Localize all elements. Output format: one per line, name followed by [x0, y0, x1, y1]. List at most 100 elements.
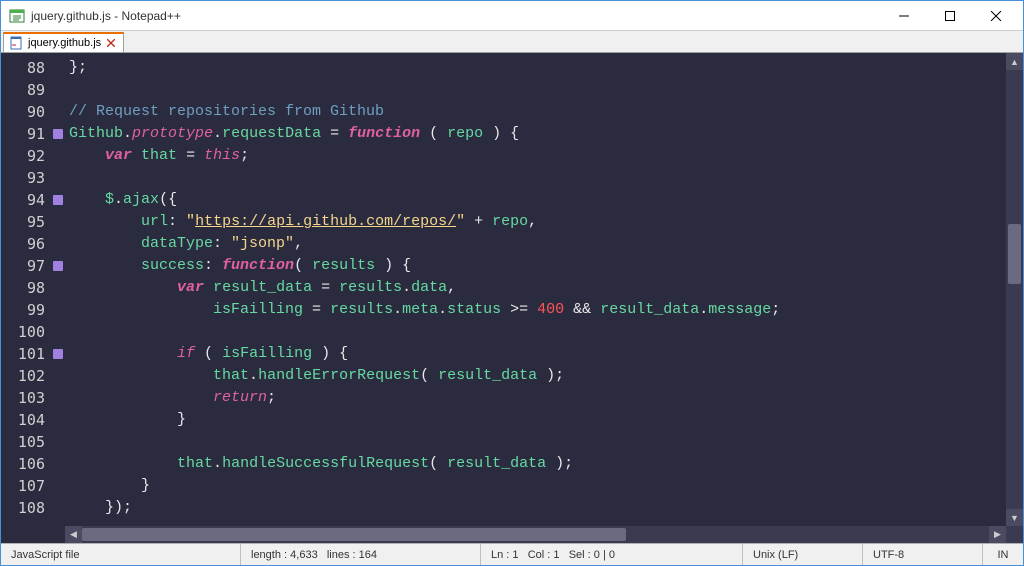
tab-file[interactable]: jquery.github.js — [3, 32, 124, 52]
code-line: }); — [69, 497, 1006, 519]
token-ident: results — [330, 301, 393, 318]
code-line: } — [69, 409, 1006, 431]
status-encoding: UTF-8 — [863, 544, 983, 565]
maximize-button[interactable] — [927, 1, 973, 31]
token-ident: meta — [402, 301, 438, 318]
status-caret: Ln : 1 Col : 1 Sel : 0 | 0 — [481, 544, 743, 565]
code-line: isFailling = results.meta.status >= 400 … — [69, 299, 1006, 321]
scroll-left-icon[interactable]: ◀ — [65, 526, 82, 543]
token-sym: ); — [546, 455, 573, 472]
tab-label: jquery.github.js — [28, 37, 101, 49]
token-indent — [69, 235, 141, 252]
token-sym: ( — [420, 125, 447, 142]
close-button[interactable] — [973, 1, 1019, 31]
token-sym: . — [438, 301, 447, 318]
scroll-up-icon[interactable]: ▲ — [1006, 53, 1023, 70]
horizontal-scrollbar[interactable]: ◀ ▶ — [1, 526, 1023, 543]
token-sym: ({ — [159, 191, 177, 208]
fold-marker[interactable] — [53, 195, 63, 205]
token-sym: . — [249, 367, 258, 384]
token-ident: results — [312, 257, 375, 274]
editor: 8889909192939495969798991001011021031041… — [1, 53, 1023, 526]
vertical-scrollbar[interactable]: ▲ ▼ — [1006, 53, 1023, 526]
code-line: Github.prototype.requestData = function … — [69, 123, 1006, 145]
app-icon — [9, 8, 25, 24]
token-sym: . — [114, 191, 123, 208]
token-kw2: return — [213, 389, 267, 406]
token-indent — [69, 147, 105, 164]
code-line: $.ajax({ — [69, 189, 1006, 211]
token-sym: ( — [294, 257, 312, 274]
fold-marker[interactable] — [53, 261, 63, 271]
token-sym: , — [447, 279, 456, 296]
code-line — [69, 321, 1006, 343]
token-sym: . — [213, 455, 222, 472]
code-line — [69, 79, 1006, 101]
line-number: 88 — [1, 57, 45, 79]
line-number: 89 — [1, 79, 45, 101]
token-sym: && — [564, 301, 600, 318]
tab-bar: jquery.github.js — [1, 31, 1023, 53]
token-kw: var — [177, 279, 204, 296]
app-window: jquery.github.js - Notepad++ jquery.gith… — [0, 0, 1024, 566]
token-ident: that — [213, 367, 249, 384]
token-ident: result_data — [447, 455, 546, 472]
line-number: 99 — [1, 299, 45, 321]
line-number: 93 — [1, 167, 45, 189]
status-ln-value: 1 — [512, 549, 518, 561]
token-ident: that — [177, 455, 213, 472]
code-area[interactable]: }; // Request repositories from GithubGi… — [65, 53, 1006, 526]
scroll-right-icon[interactable]: ▶ — [989, 526, 1006, 543]
token-ident: data — [411, 279, 447, 296]
token-sym: ) { — [375, 257, 411, 274]
scroll-thumb-horizontal[interactable] — [82, 528, 626, 541]
token-indent — [69, 191, 105, 208]
line-number: 90 — [1, 101, 45, 123]
line-number: 102 — [1, 365, 45, 387]
status-ln-label: Ln : — [491, 549, 509, 561]
token-sym: : — [168, 213, 186, 230]
scroll-down-icon[interactable]: ▼ — [1006, 509, 1023, 526]
token-sym: , — [528, 213, 537, 230]
token-sym: : — [213, 235, 231, 252]
token-kw: var — [105, 147, 132, 164]
code-line: that.handleSuccessfulRequest( result_dat… — [69, 453, 1006, 475]
token-sym: }); — [105, 499, 132, 516]
token-sym: ; — [771, 301, 780, 318]
line-number: 103 — [1, 387, 45, 409]
token-indent — [69, 411, 177, 428]
fold-marker[interactable] — [53, 349, 63, 359]
tab-close-icon[interactable] — [105, 37, 117, 49]
token-ident: ajax — [123, 191, 159, 208]
line-number: 97 — [1, 255, 45, 277]
token-sym: ( — [429, 455, 447, 472]
minimize-button[interactable] — [881, 1, 927, 31]
code-line: return; — [69, 387, 1006, 409]
token-indent — [69, 279, 177, 296]
status-lines-label: lines : — [327, 549, 356, 561]
token-sym: + — [465, 213, 492, 230]
token-ident: success — [141, 257, 204, 274]
token-sym: } — [141, 477, 150, 494]
token-sym: . — [699, 301, 708, 318]
token-sym: = — [312, 279, 339, 296]
token-sym — [132, 147, 141, 164]
token-kw2: if — [177, 345, 195, 362]
file-icon — [10, 36, 24, 50]
status-sel-value: 0 | 0 — [594, 549, 615, 561]
token-sym: . — [393, 301, 402, 318]
token-ident: repo — [447, 125, 483, 142]
scroll-thumb-vertical[interactable] — [1008, 224, 1021, 284]
fold-marker[interactable] — [53, 129, 63, 139]
token-kw: function — [222, 257, 294, 274]
scroll-track-horizontal[interactable] — [82, 526, 989, 543]
line-number: 105 — [1, 431, 45, 453]
line-number: 106 — [1, 453, 45, 475]
scroll-track-vertical[interactable] — [1006, 70, 1023, 509]
token-sym: ; — [267, 389, 276, 406]
code-line: if ( isFailling ) { — [69, 343, 1006, 365]
token-ident: Github — [69, 125, 123, 142]
token-ident: handleErrorRequest — [258, 367, 420, 384]
status-length-label: length : — [251, 549, 287, 561]
token-sym: = — [321, 125, 348, 142]
